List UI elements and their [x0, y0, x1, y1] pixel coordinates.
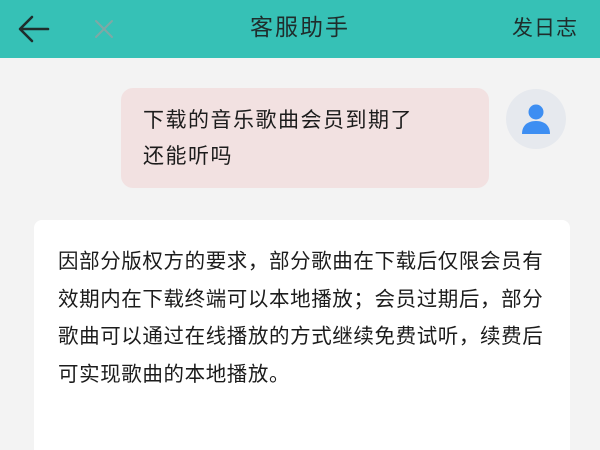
- header-bar: 客服助手 发日志: [0, 0, 600, 58]
- user-message-bubble: 下载的音乐歌曲会员到期了 还能听吗: [121, 88, 489, 188]
- close-icon: [95, 20, 113, 38]
- bot-message-text: 因部分版权方的要求，部分歌曲在下载后仅限会员有效期内在下载终端可以本地播放；会员…: [58, 249, 544, 386]
- avatar[interactable]: [506, 89, 566, 149]
- user-message-row: 下载的音乐歌曲会员到期了 还能听吗: [0, 80, 600, 200]
- chat-screen: 客服助手 发日志 下载的音乐歌曲会员到期了 还能听吗 因部分版权方的要求，部分歌…: [0, 0, 600, 450]
- bot-message-bubble: 因部分版权方的要求，部分歌曲在下载后仅限会员有效期内在下载终端可以本地播放；会员…: [34, 220, 570, 450]
- back-arrow-icon: [18, 15, 50, 43]
- close-button[interactable]: [84, 9, 124, 49]
- back-button[interactable]: [14, 9, 54, 49]
- user-icon: [522, 104, 550, 134]
- send-log-button[interactable]: 发日志: [512, 0, 578, 58]
- user-message-line: 还能听吗: [143, 144, 233, 168]
- user-message-line: 下载的音乐歌曲会员到期了: [143, 108, 413, 132]
